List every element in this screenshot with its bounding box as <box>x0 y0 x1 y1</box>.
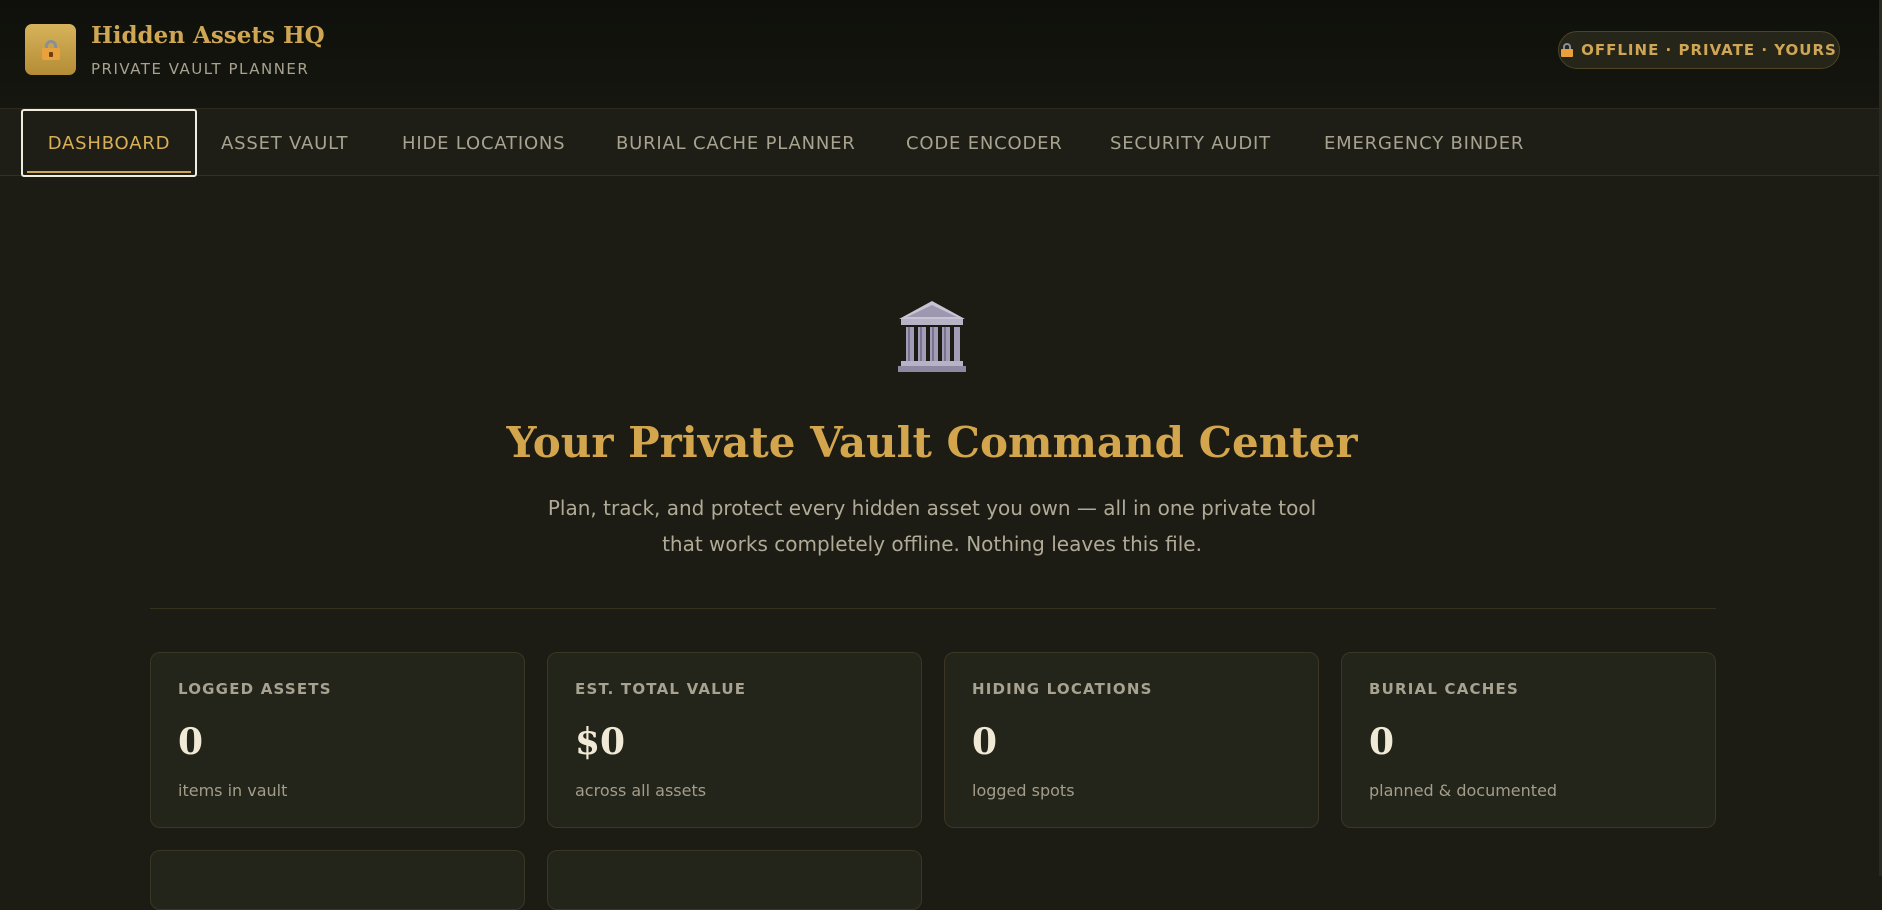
status-badge: OFFLINE · PRIVATE · YOURS <box>1558 31 1840 69</box>
lock-icon <box>1561 43 1574 57</box>
app-title: Hidden Assets HQ <box>91 22 325 49</box>
stat-card-logged-assets: LOGGED ASSETS 0 items in vault <box>150 652 525 828</box>
stat-value: 0 <box>972 721 998 763</box>
lock-icon <box>41 39 60 60</box>
stat-description: items in vault <box>178 781 288 800</box>
stat-label: LOGGED ASSETS <box>178 680 332 698</box>
page-title: Your Private Vault Command Center <box>506 418 1358 467</box>
stat-card <box>150 850 525 910</box>
tab-security-audit[interactable]: SECURITY AUDIT <box>1110 109 1271 177</box>
description-line: that works completely offline. Nothing l… <box>662 532 1202 556</box>
stat-label: EST. TOTAL VALUE <box>575 680 747 698</box>
tab-emergency-binder[interactable]: EMERGENCY BINDER <box>1324 109 1524 177</box>
stat-label: HIDING LOCATIONS <box>972 680 1153 698</box>
page-description: Plan, track, and protect every hidden as… <box>532 490 1332 562</box>
stat-card-total-value: EST. TOTAL VALUE $0 across all assets <box>547 652 922 828</box>
stat-card-burial-caches: BURIAL CACHES 0 planned & documented <box>1341 652 1716 828</box>
tab-hide-locations[interactable]: HIDE LOCATIONS <box>402 109 565 177</box>
status-badge-label: OFFLINE · PRIVATE · YOURS <box>1581 41 1837 59</box>
tab-burial-cache-planner[interactable]: BURIAL CACHE PLANNER <box>616 109 856 177</box>
stat-description: planned & documented <box>1369 781 1558 800</box>
stat-card <box>547 850 922 910</box>
classical-building-icon <box>898 301 966 372</box>
stat-value: 0 <box>1369 721 1395 763</box>
divider <box>150 608 1716 609</box>
stat-value: 0 <box>178 721 204 763</box>
stat-description: logged spots <box>972 781 1075 800</box>
description-line: Plan, track, and protect every hidden as… <box>547 496 1317 520</box>
app-header: Hidden Assets HQ PRIVATE VAULT PLANNER O… <box>0 0 1882 108</box>
app-subtitle: PRIVATE VAULT PLANNER <box>91 60 310 78</box>
stat-card-hiding-locations: HIDING LOCATIONS 0 logged spots <box>944 652 1319 828</box>
stat-description: across all assets <box>575 781 707 800</box>
tab-dashboard[interactable]: DASHBOARD <box>21 109 197 177</box>
tab-code-encoder[interactable]: CODE ENCODER <box>906 109 1063 177</box>
stat-label: BURIAL CACHES <box>1369 680 1519 698</box>
tab-asset-vault[interactable]: ASSET VAULT <box>221 109 348 177</box>
app-logo <box>25 24 76 75</box>
main-nav: DASHBOARD ASSET VAULT HIDE LOCATIONS BUR… <box>0 108 1882 177</box>
stat-value: $0 <box>575 721 626 763</box>
